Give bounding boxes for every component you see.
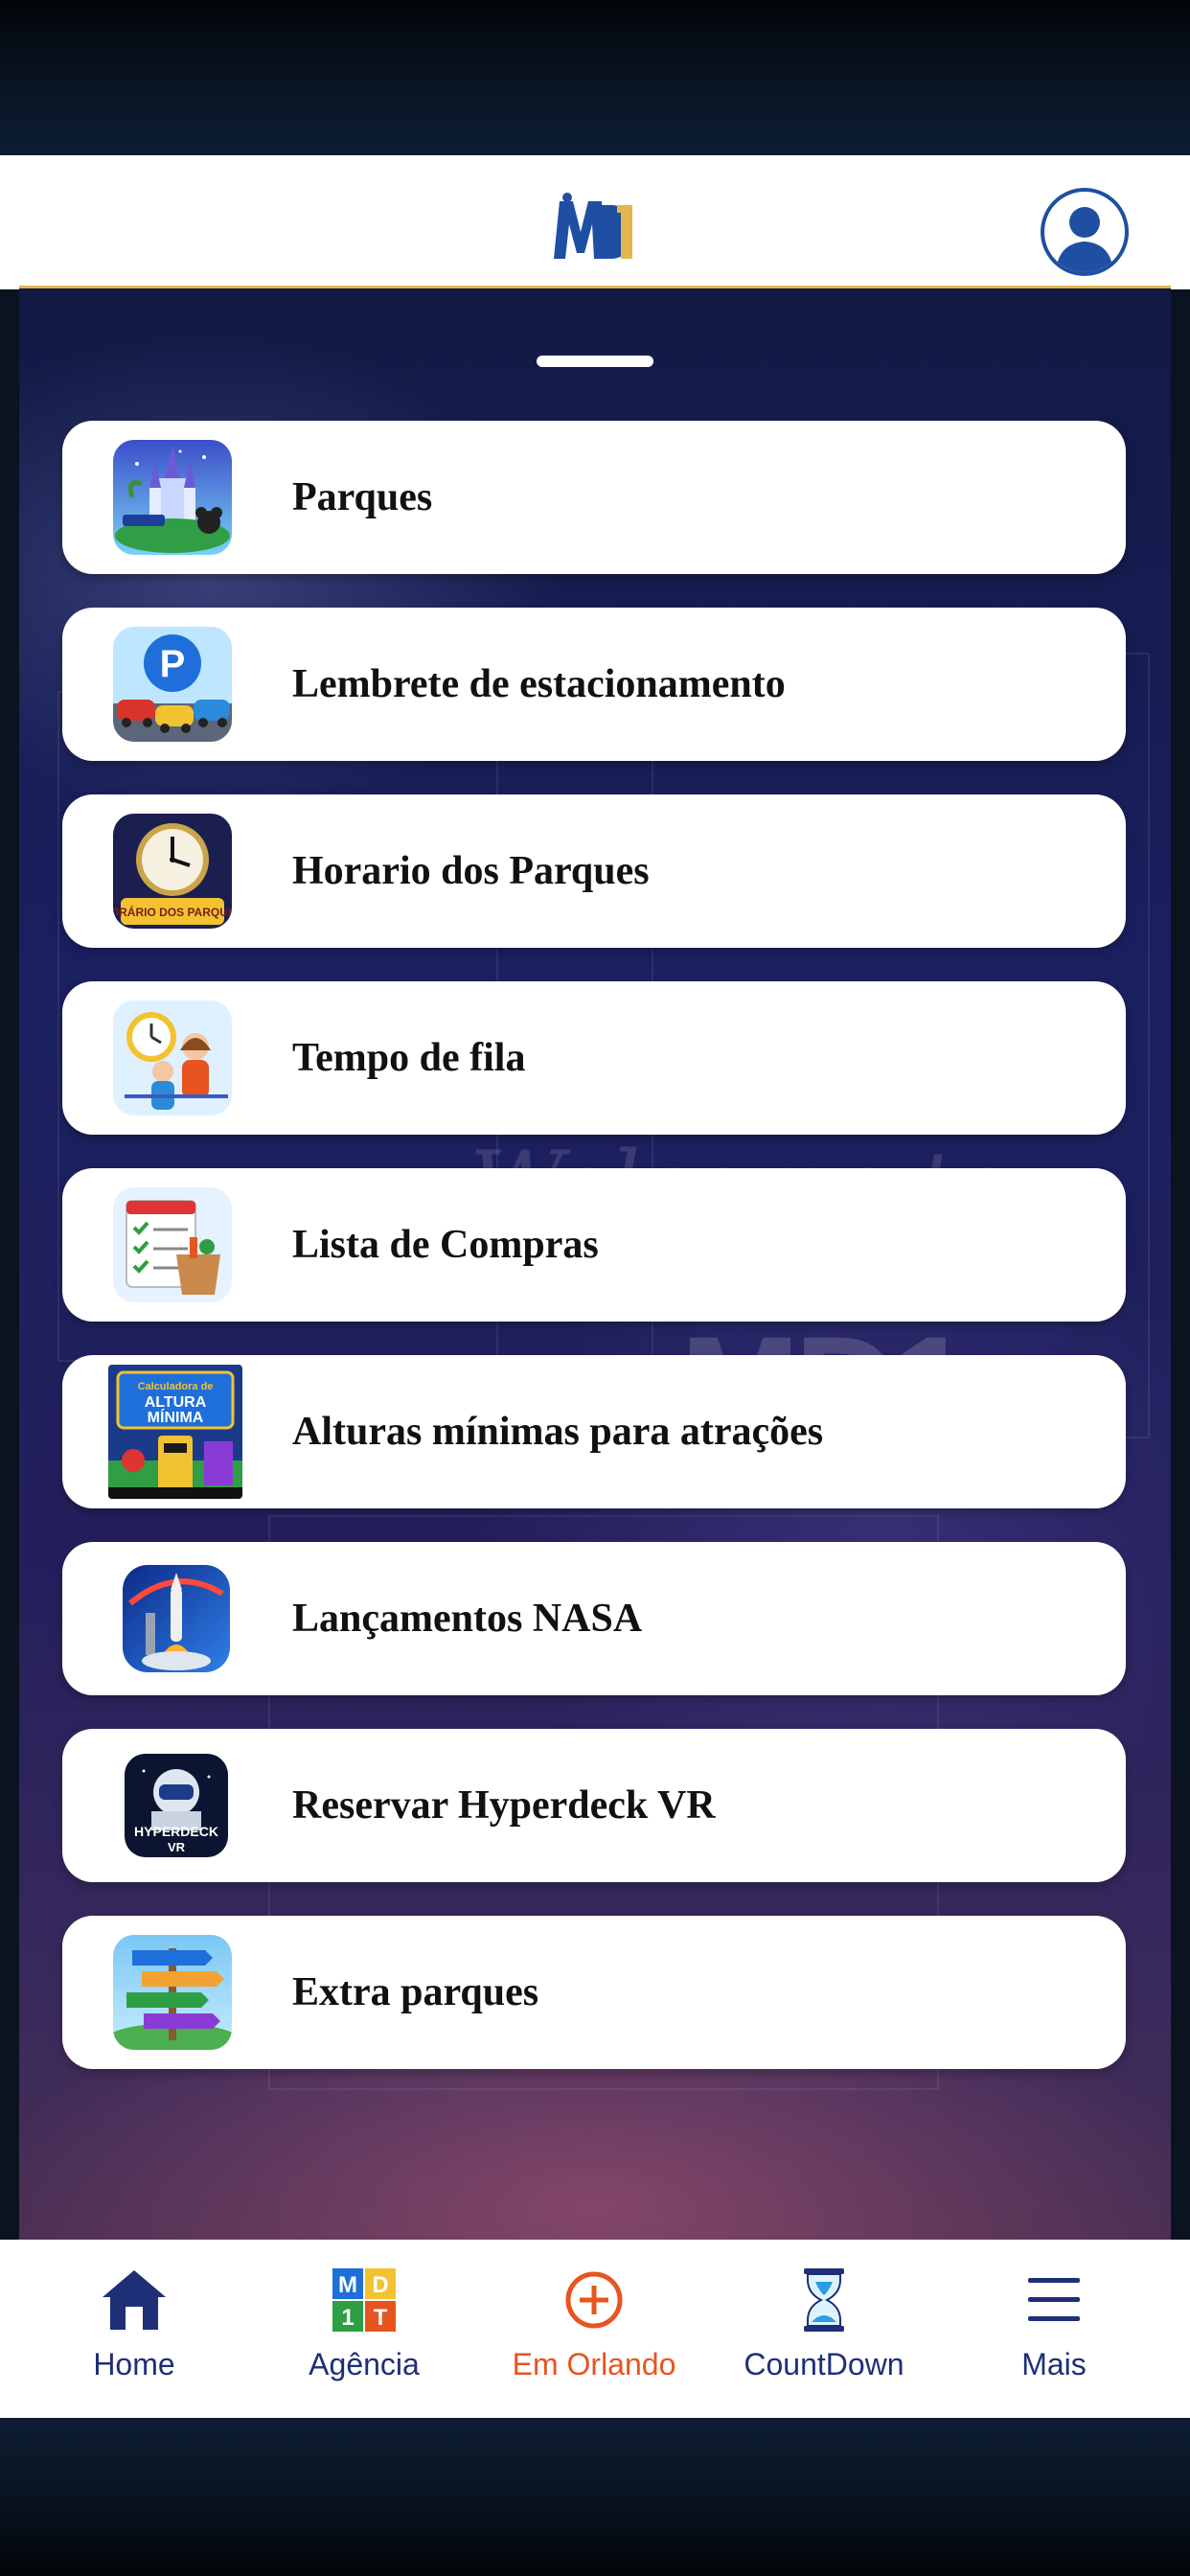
tab-label: CountDown	[744, 2347, 904, 2381]
menu-item-lista-de-compras[interactable]: Lista de Compras	[62, 1168, 1126, 1322]
user-icon	[1056, 207, 1113, 272]
park-hours-clock-icon: HORÁRIO DOS PARQUES	[113, 814, 232, 929]
svg-text:D: D	[372, 2272, 388, 2298]
menu-item-lembrete-de-estacionamento[interactable]: P Lembrete de estacionamento	[62, 608, 1126, 761]
menu-item-label: Alturas mínimas para atrações	[292, 1410, 824, 1454]
parking-icon: P	[113, 627, 232, 742]
svg-text:Calculadora de: Calculadora de	[138, 1381, 214, 1392]
tab-home[interactable]: Home	[19, 2240, 249, 2418]
svg-text:P: P	[160, 643, 186, 685]
svg-text:HYPERDECK: HYPERDECK	[134, 1824, 218, 1839]
orlando-menu-sheet: Welcome to MD1 Parques	[19, 288, 1171, 2240]
tab-em-orlando[interactable]: Em Orlando	[479, 2240, 709, 2418]
svg-text:M: M	[338, 2272, 357, 2298]
parks-castle-icon	[113, 440, 232, 555]
tab-label: Home	[93, 2347, 175, 2381]
svg-text:T: T	[374, 2305, 388, 2331]
tab-label: Em Orlando	[512, 2347, 676, 2381]
menu-item-label: Tempo de fila	[292, 1036, 526, 1080]
menu-item-horario-dos-parques[interactable]: HORÁRIO DOS PARQUES Horario dos Parques	[62, 794, 1126, 948]
home-icon	[103, 2270, 166, 2330]
plus-circle-icon	[565, 2271, 623, 2329]
app-header	[0, 155, 1190, 289]
menu-item-parques[interactable]: Parques	[62, 421, 1126, 574]
hyperdeck-vr-icon: HYPERDECK VR	[125, 1754, 228, 1857]
menu-item-label: Extra parques	[292, 1970, 539, 2014]
sheet-grabber-handle[interactable]	[537, 356, 653, 367]
menu-item-extra-parques[interactable]: Extra parques	[62, 1916, 1126, 2069]
queue-time-icon	[113, 1000, 232, 1116]
shopping-list-icon	[113, 1187, 232, 1302]
menu-item-label: Lembrete de estacionamento	[292, 662, 786, 706]
hourglass-icon	[804, 2268, 844, 2332]
menu-item-label: Reservar Hyperdeck VR	[292, 1783, 716, 1828]
bottom-tab-bar: Home M D 1 T Agência Em Orlando CountDow…	[0, 2240, 1190, 2418]
menu-hamburger-icon	[1028, 2278, 1080, 2321]
tab-label: Agência	[309, 2347, 420, 2381]
min-height-calculator-icon: Calculadora de ALTURA MÍNIMA	[108, 1365, 242, 1499]
menu-item-lancamentos-nasa[interactable]: Lançamentos NASA	[62, 1542, 1126, 1695]
svg-text:MÍNIMA: MÍNIMA	[148, 1408, 204, 1426]
tab-agencia[interactable]: M D 1 T Agência	[249, 2240, 479, 2418]
menu-item-tempo-de-fila[interactable]: Tempo de fila	[62, 981, 1126, 1135]
agency-md1t-icon: M D 1 T	[332, 2268, 396, 2332]
home-indicator-area	[0, 2418, 1190, 2576]
menu-item-label: Horario dos Parques	[292, 849, 650, 893]
menu-item-reservar-hyperdeck-vr[interactable]: HYPERDECK VR Reservar Hyperdeck VR	[62, 1729, 1126, 1882]
svg-text:ALTURA: ALTURA	[145, 1394, 207, 1411]
svg-text:1: 1	[341, 2305, 354, 2331]
menu-item-label: Lista de Compras	[292, 1223, 599, 1267]
tab-countdown[interactable]: CountDown	[709, 2240, 939, 2418]
tab-mais[interactable]: Mais	[939, 2240, 1169, 2418]
menu-item-label: Parques	[292, 475, 433, 519]
profile-avatar-button[interactable]	[1041, 188, 1129, 276]
svg-text:HORÁRIO DOS PARQUES: HORÁRIO DOS PARQUES	[113, 905, 232, 919]
extra-parks-signpost-icon	[113, 1935, 232, 2050]
tab-label: Mais	[1021, 2347, 1087, 2381]
status-bar	[0, 0, 1190, 155]
svg-text:VR: VR	[168, 1840, 186, 1854]
menu-item-alturas-minimas[interactable]: Calculadora de ALTURA MÍNIMA Alturas mín…	[62, 1355, 1126, 1508]
menu-item-label: Lançamentos NASA	[292, 1597, 643, 1641]
md1-logo[interactable]	[550, 190, 638, 266]
rocket-launch-icon	[123, 1565, 230, 1672]
